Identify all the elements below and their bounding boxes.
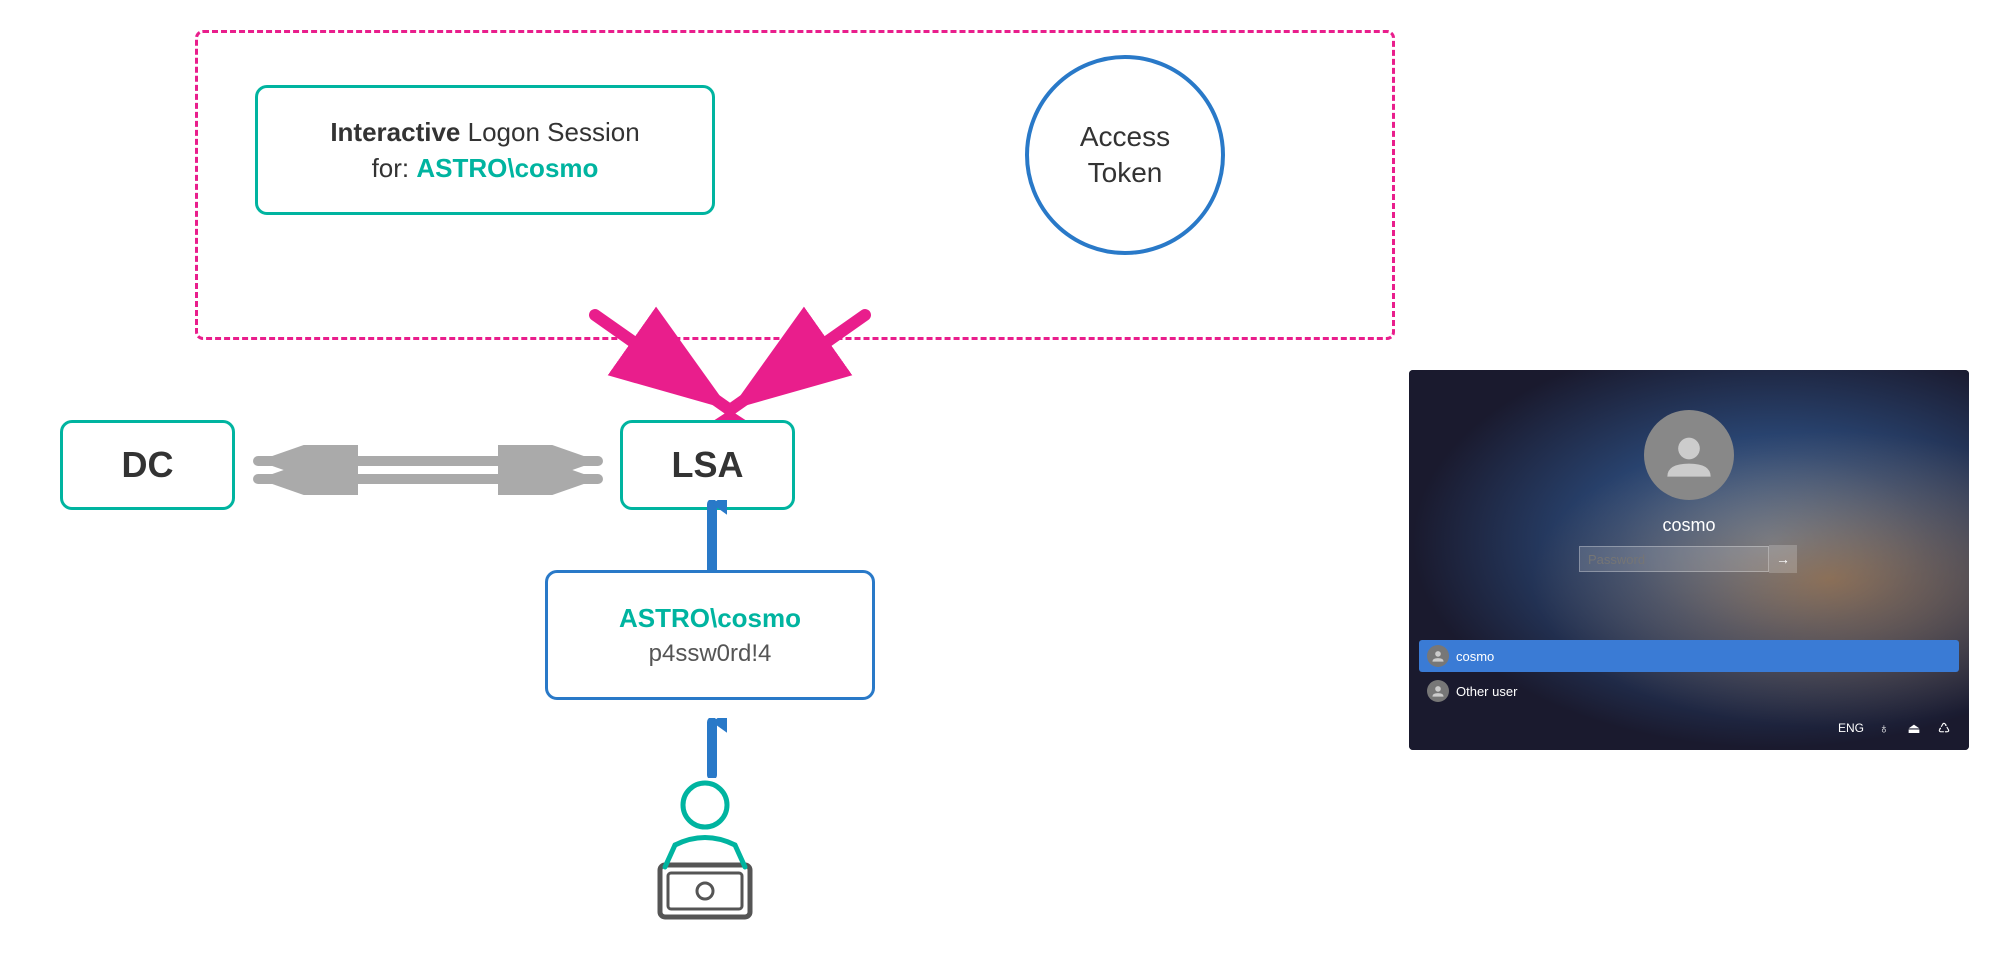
lsa-label: LSA [672,444,744,486]
blue-arrow-up-2 [697,718,727,778]
win-lang-label: ENG [1838,721,1864,735]
person-laptop-icon [630,775,780,925]
win-bottom-right: ENG ♁ ⏏ ♺ [1838,718,1954,738]
win-power-icon[interactable]: ⏏ [1904,718,1924,738]
win-password-row: → [1579,545,1799,573]
cred-username: ASTRO\cosmo [619,603,801,634]
diagram-area: Interactive Logon Session for: ASTRO\cos… [0,0,1999,970]
win-user-label-other: Other user [1456,684,1517,699]
win-user-avatar-cosmo [1427,645,1449,667]
win-user-item-cosmo[interactable]: cosmo [1419,640,1959,672]
win-username-label: cosmo [1662,515,1715,536]
win-accessibility-icon[interactable]: ♺ [1934,718,1954,738]
logon-session-username: ASTRO\cosmo [416,153,598,183]
win-globe-icon[interactable]: ♁ [1874,718,1894,738]
credentials-box: ASTRO\cosmo p4ssw0rd!4 [545,570,875,700]
access-token-circle: Access Token [1025,55,1225,255]
win-user-label-cosmo: cosmo [1456,649,1494,664]
win-user-avatar-other [1427,680,1449,702]
win-avatar [1644,410,1734,500]
win-avatar-icon [1663,429,1715,481]
win-user-item-other[interactable]: Other user [1419,675,1959,707]
win-login-inner: cosmo → cosmo Other user [1409,370,1969,750]
logon-session-text: Interactive Logon Session for: ASTRO\cos… [330,114,639,187]
cred-password: p4ssw0rd!4 [649,640,772,668]
win-password-submit[interactable]: → [1769,545,1797,573]
logon-session-bold: Interactive [330,117,460,147]
pink-v-arrow [560,295,900,425]
lsa-box: LSA [620,420,795,510]
logon-session-for: for: [372,153,417,183]
access-token-text: Access Token [1080,119,1170,192]
dc-box: DC [60,420,235,510]
blue-arrow-up-1 [697,500,727,575]
logon-session-suffix: Logon Session [460,117,639,147]
windows-login-screen: cosmo → cosmo Other user [1409,370,1969,750]
dc-lsa-arrow [248,445,608,495]
dc-label: DC [122,444,174,486]
logon-session-box: Interactive Logon Session for: ASTRO\cos… [255,85,715,215]
win-password-input[interactable] [1579,546,1769,572]
win-user-list: cosmo Other user [1419,640,1959,710]
